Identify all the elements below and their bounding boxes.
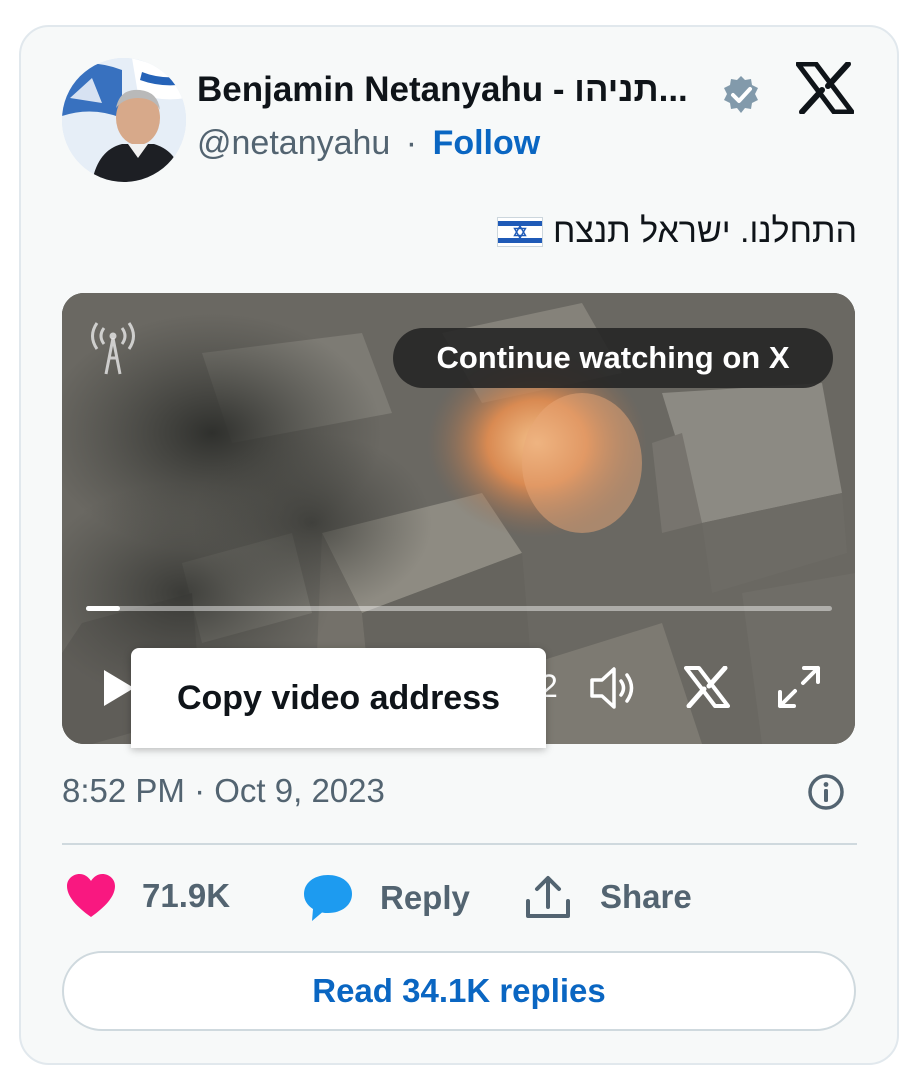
handle-row: @netanyahu · Follow (197, 124, 540, 163)
timestamp-separator: · (194, 772, 206, 809)
video-progress-bar[interactable] (86, 606, 832, 611)
share-icon (526, 876, 570, 918)
tweet-text: התחלנו. ישראל תנצח (553, 212, 857, 250)
copy-video-address-menu-item[interactable]: Copy video address (131, 648, 546, 748)
verified-badge-icon (724, 76, 758, 113)
like-count: 71.9K (142, 877, 231, 914)
read-replies-button[interactable]: Read 34.1K replies (62, 951, 856, 1031)
reply-label: Reply (380, 879, 470, 916)
fullscreen-icon[interactable] (776, 664, 822, 710)
divider (62, 843, 857, 845)
reply-bubble-icon (304, 875, 352, 921)
separator-dot: · (405, 124, 418, 162)
israel-flag-icon (497, 216, 544, 247)
share-button[interactable]: Share (524, 873, 692, 921)
heart-icon (67, 874, 115, 917)
share-label: Share (600, 878, 692, 915)
tweet-timestamp[interactable]: 8:52 PM · Oct 9, 2023 (62, 772, 385, 810)
x-player-icon[interactable] (684, 666, 730, 708)
author-avatar[interactable] (62, 58, 186, 182)
tweet-text-row: התחלנו. ישראל תנצח (497, 212, 857, 251)
author-handle[interactable]: @netanyahu (197, 124, 390, 162)
like-button[interactable]: 71.9K (66, 873, 230, 919)
video-progress-fill (86, 606, 120, 611)
volume-icon[interactable] (588, 664, 640, 712)
info-icon[interactable] (806, 772, 846, 812)
tweet-date: Oct 9, 2023 (214, 772, 385, 809)
x-logo-icon[interactable] (796, 62, 854, 114)
author-display-name[interactable]: Benjamin Netanyahu - תניהו... (197, 70, 688, 110)
tweet-time: 8:52 PM (62, 772, 185, 809)
continue-watching-button[interactable]: Continue watching on X (393, 328, 833, 388)
broadcast-watermark-icon (91, 322, 135, 375)
reply-button[interactable]: Reply (302, 873, 470, 923)
follow-button[interactable]: Follow (433, 124, 541, 162)
